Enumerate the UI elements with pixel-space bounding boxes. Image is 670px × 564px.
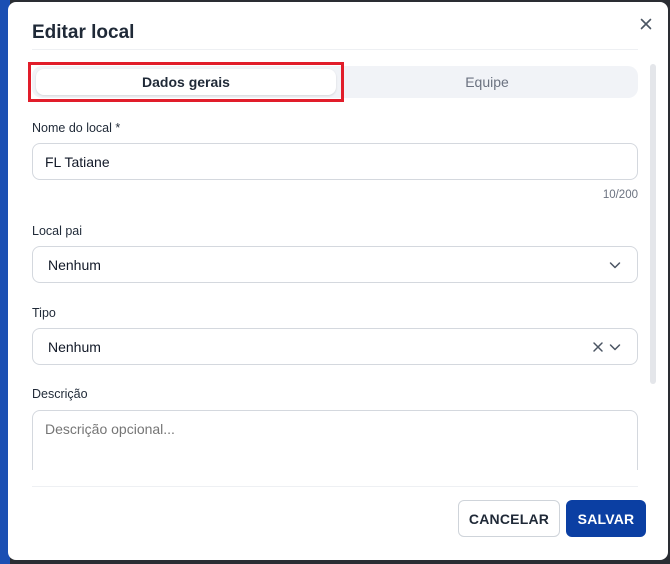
chevron-down-icon (609, 262, 621, 269)
dialog-title: Editar local (32, 22, 135, 43)
edit-location-dialog: Editar local Dados gerais Equipe Nome do… (8, 2, 668, 560)
type-select[interactable]: Nenhum (32, 328, 638, 365)
tab-bar: Dados gerais Equipe (32, 66, 638, 98)
name-field-label: Nome do local * (32, 121, 121, 135)
tab-equipe[interactable]: Equipe (340, 69, 634, 95)
cancel-button[interactable]: CANCELAR (458, 500, 560, 537)
name-input[interactable]: FL Tatiane (32, 143, 638, 180)
save-button[interactable]: SALVAR (566, 500, 646, 537)
parent-select-value: Nenhum (48, 256, 101, 273)
name-input-value: FL Tatiane (45, 153, 110, 170)
clear-icon[interactable] (592, 341, 604, 353)
chevron-down-icon (609, 344, 621, 351)
close-button[interactable] (636, 14, 656, 34)
name-char-counter: 10/200 (602, 189, 638, 201)
parent-select[interactable]: Nenhum (32, 246, 638, 283)
description-textarea[interactable] (32, 410, 638, 470)
tab-dados-gerais[interactable]: Dados gerais (36, 69, 336, 95)
form-scroll-area[interactable]: Dados gerais Equipe Nome do local * FL T… (8, 50, 668, 470)
parent-field-label: Local pai (32, 224, 83, 238)
scrollbar[interactable] (650, 64, 656, 464)
close-icon (640, 18, 652, 30)
type-field-label: Tipo (32, 306, 56, 320)
footer-divider (32, 486, 638, 487)
type-select-value: Nenhum (48, 338, 101, 355)
description-field-label: Descrição (32, 387, 88, 401)
scrollbar-thumb[interactable] (650, 64, 656, 384)
